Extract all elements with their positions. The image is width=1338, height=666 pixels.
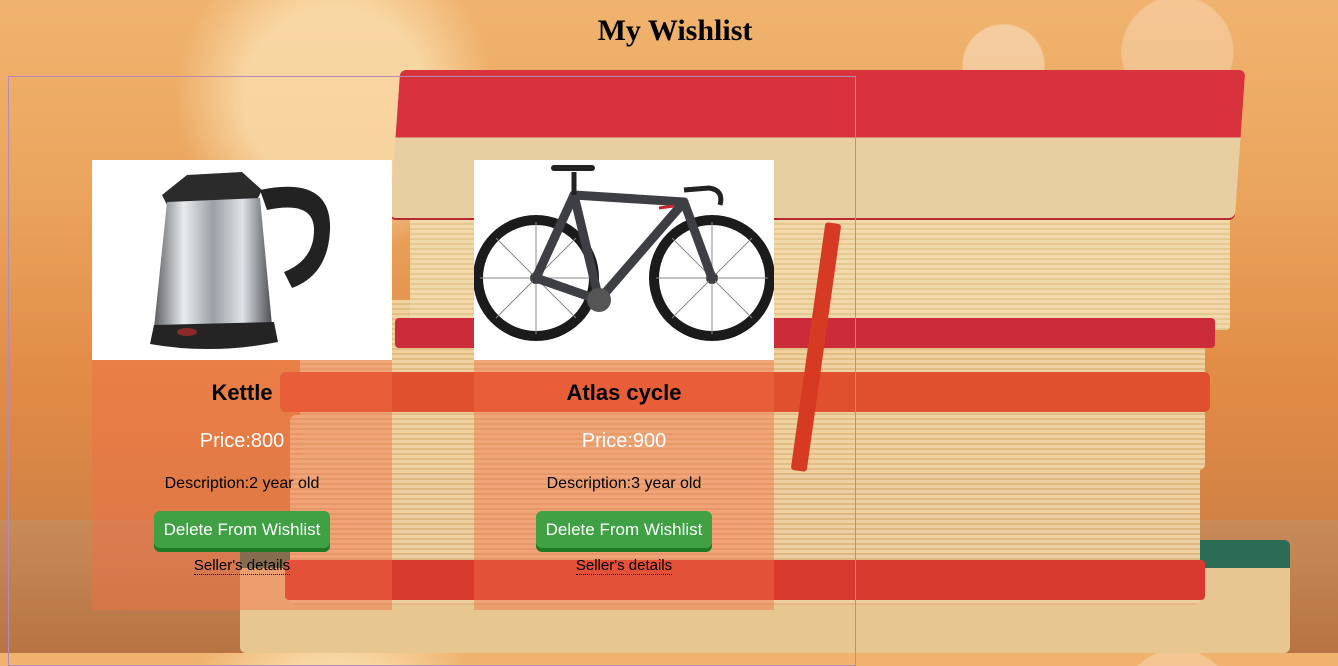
sellers-details-link[interactable]: Seller's details — [193, 557, 291, 575]
item-name: Atlas cycle — [566, 380, 682, 405]
item-name: Kettle — [211, 380, 273, 405]
item-description: Description:3 year old — [546, 475, 702, 492]
delete-from-wishlist-button[interactable]: Delete From Wishlist — [153, 511, 331, 548]
item-price: Price:900 — [581, 430, 667, 452]
wishlist-item-card: Atlas cycle Price:900 Description:3 year… — [474, 160, 774, 610]
delete-from-wishlist-button[interactable]: Delete From Wishlist — [535, 511, 713, 548]
bicycle-image — [474, 160, 774, 360]
bicycle-icon — [474, 165, 774, 341]
wishlist-item-card: Kettle Price:800 Description:2 year old … — [92, 160, 392, 610]
item-price: Price:800 — [199, 430, 285, 452]
sellers-details-link[interactable]: Seller's details — [575, 557, 673, 575]
kettle-icon — [150, 172, 331, 350]
item-description: Description:2 year old — [164, 475, 320, 492]
page-title: My Wishlist — [597, 14, 753, 47]
kettle-image — [92, 160, 392, 360]
